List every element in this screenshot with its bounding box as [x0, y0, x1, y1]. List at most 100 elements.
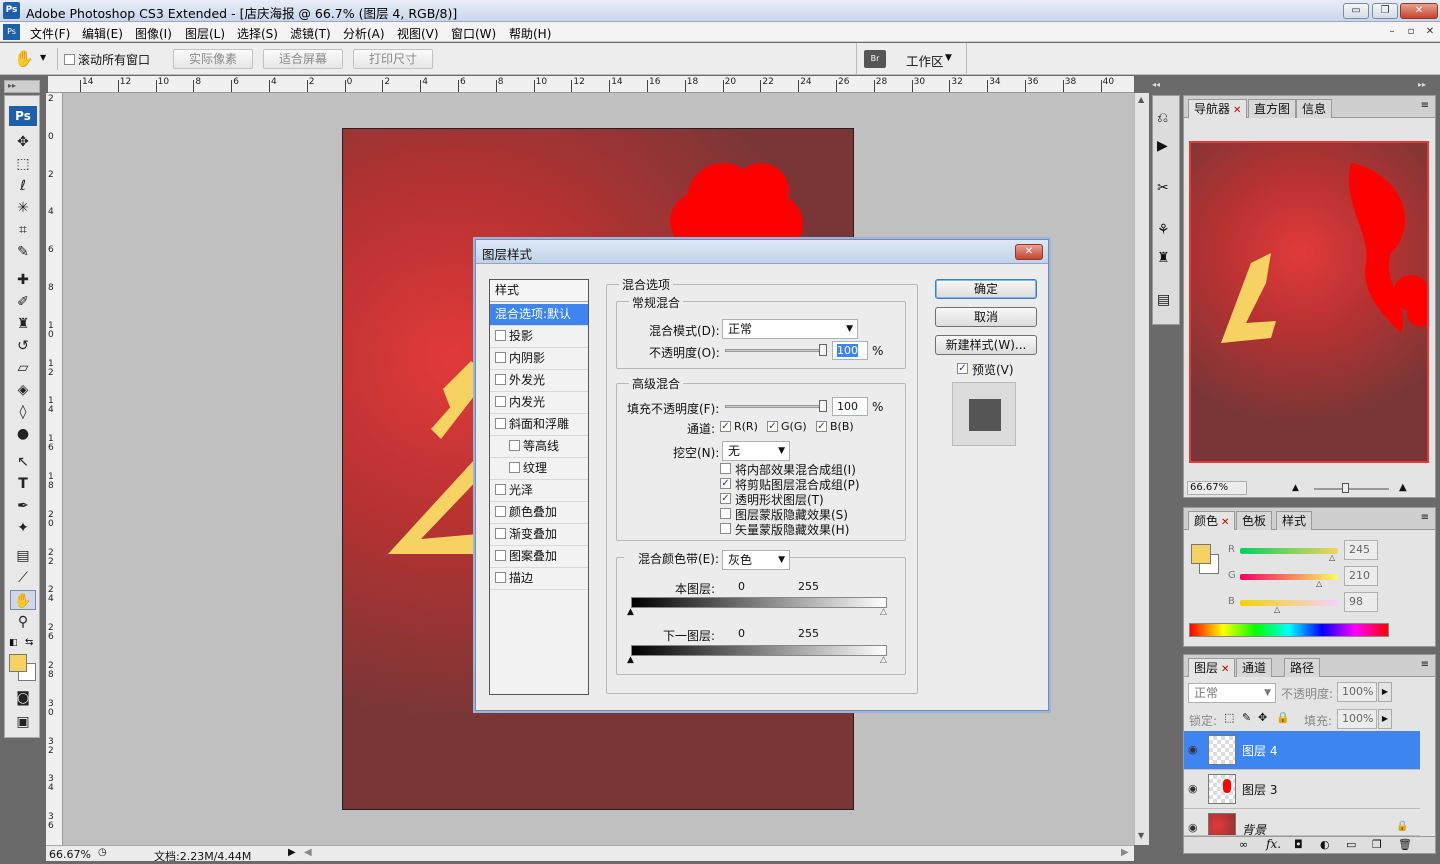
tab-color[interactable]: 颜色 ✕ [1188, 511, 1236, 530]
doc-close-button[interactable]: ✕ [1422, 25, 1438, 39]
type-tool-icon[interactable]: T [10, 474, 36, 494]
pen-tool-icon[interactable]: ✒ [10, 496, 36, 516]
close-tab-icon[interactable]: ✕ [1221, 664, 1229, 675]
style-checkbox[interactable] [509, 462, 520, 473]
zoom-in-icon[interactable]: ▲ [1399, 482, 1407, 493]
preview-checkbox[interactable] [957, 363, 968, 374]
brushes-panel-icon[interactable]: ⚘ [1157, 222, 1170, 238]
style-item[interactable]: 投影 [490, 326, 588, 348]
style-item[interactable]: 混合选项:默认 [490, 304, 588, 326]
dodge-tool-icon[interactable]: ● [10, 424, 36, 444]
hscroll-right-icon[interactable]: ▶ [1121, 847, 1129, 858]
lock-pixels-icon[interactable]: ✎ [1242, 711, 1251, 724]
document-icon[interactable]: Ps [3, 24, 20, 40]
style-checkbox[interactable] [495, 528, 506, 539]
screen-mode-icon[interactable]: ▣ [10, 712, 36, 732]
navigator-zoom-slider[interactable] [1314, 488, 1389, 490]
menu-filter[interactable]: 滤镜(T) [290, 25, 331, 42]
r-slider-handle[interactable]: △ [1329, 553, 1335, 562]
tab-paths[interactable]: 路径 [1284, 658, 1321, 677]
r-slider[interactable] [1240, 548, 1338, 554]
swap-colors-icon[interactable]: ⇆ [25, 637, 33, 648]
actions-panel-icon[interactable]: ▶ [1157, 138, 1168, 154]
r-value[interactable]: 245 [1344, 540, 1378, 560]
blend-if-select[interactable]: 灰色 ▼ [722, 550, 790, 570]
visibility-eye-icon[interactable]: ◉ [1188, 782, 1198, 795]
style-item[interactable]: 外发光 [490, 370, 588, 392]
doc-minimize-button[interactable]: – [1384, 25, 1400, 39]
style-checkbox[interactable] [495, 330, 506, 341]
lock-position-icon[interactable]: ✥ [1258, 711, 1267, 724]
preset-dropdown-arrow-icon[interactable]: ▼ [40, 53, 46, 62]
style-checkbox[interactable] [495, 506, 506, 517]
tab-styles[interactable]: 样式 [1276, 511, 1313, 530]
scroll-down-icon[interactable]: ▼ [1138, 831, 1144, 840]
underlying-white-handle[interactable]: △ [880, 655, 887, 665]
style-item[interactable]: 内阴影 [490, 348, 588, 370]
menu-view[interactable]: 视图(V) [397, 25, 439, 42]
advanced-option-checkbox[interactable] [720, 463, 731, 474]
group-icon[interactable]: ▭ [1346, 838, 1356, 851]
menu-layer[interactable]: 图层(L) [185, 25, 225, 42]
close-button[interactable]: ✕ [1400, 3, 1438, 19]
layer-row[interactable]: ◉ 图层 4 [1184, 731, 1420, 770]
quick-mask-icon[interactable]: ◙ [10, 688, 36, 708]
navigator-zoom-handle[interactable] [1342, 483, 1349, 493]
tool-presets-icon[interactable]: ✂ [1157, 180, 1169, 196]
zoom-tool-icon[interactable]: ⚲ [10, 612, 36, 632]
photoshop-logo[interactable]: Ps [9, 106, 37, 126]
lock-all-icon[interactable]: 🔒 [1276, 711, 1290, 724]
color-spectrum-ramp[interactable] [1189, 623, 1389, 637]
zoom-level[interactable]: 66.67% [49, 848, 91, 861]
menu-edit[interactable]: 编辑(E) [82, 25, 123, 42]
b-value[interactable]: 98 [1344, 592, 1378, 612]
dialog-title-bar[interactable]: 图层样式 ✕ [476, 240, 1048, 264]
trash-icon[interactable]: 🗑 [1398, 838, 1412, 851]
slice-tool-icon[interactable]: ✎ [10, 242, 36, 262]
underlying-black-handle[interactable]: ▲ [627, 655, 634, 665]
custom-shape-tool-icon[interactable]: ✦ [10, 518, 36, 538]
hscroll-left-icon[interactable]: ◀ [304, 847, 312, 858]
tab-info[interactable]: 信息 [1296, 99, 1333, 118]
channel-g-checkbox[interactable] [767, 421, 778, 432]
marquee-tool-icon[interactable]: ⬚ [10, 154, 36, 174]
zoom-out-icon[interactable]: ▲ [1292, 483, 1299, 493]
opacity-slider-handle[interactable] [819, 344, 827, 356]
b-slider-handle[interactable]: △ [1274, 605, 1280, 614]
style-item[interactable]: 图案叠加 [490, 546, 588, 568]
tab-layers[interactable]: 图层 ✕ [1188, 658, 1236, 677]
scroll-up-icon[interactable]: ▲ [1138, 95, 1144, 104]
actual-pixels-button[interactable]: 实际像素 [173, 49, 253, 69]
navigator-thumbnail[interactable] [1189, 141, 1429, 463]
styles-header[interactable]: 样式 [490, 280, 588, 302]
status-icon[interactable]: ◷ [98, 847, 107, 858]
menu-file[interactable]: 文件(F) [30, 25, 70, 42]
layer-row[interactable]: ◉ 图层 3 [1184, 770, 1420, 809]
style-checkbox[interactable] [495, 374, 506, 385]
clone-source-icon[interactable]: ♜ [1157, 250, 1170, 266]
menu-image[interactable]: 图像(I) [135, 25, 172, 42]
vertical-scrollbar[interactable]: ▲ ▼ [1134, 93, 1149, 845]
default-colors-icon[interactable]: ◧ [9, 638, 18, 648]
blur-tool-icon[interactable]: ◊ [10, 402, 36, 422]
brush-tool-icon[interactable]: ✐ [10, 292, 36, 312]
layer-name[interactable]: 图层 3 [1242, 781, 1277, 798]
menu-window[interactable]: 窗口(W) [451, 25, 496, 42]
fit-screen-button[interactable]: 适合屏幕 [263, 49, 343, 69]
move-tool-icon[interactable]: ✥ [10, 132, 36, 152]
style-checkbox[interactable] [509, 440, 520, 451]
style-item[interactable]: 内发光 [490, 392, 588, 414]
advanced-option-checkbox[interactable] [720, 523, 731, 534]
fill-opacity-slider-handle[interactable] [819, 400, 827, 412]
layer-blend-mode-select[interactable]: 正常 ▼ [1188, 683, 1276, 703]
style-checkbox[interactable] [495, 418, 506, 429]
fx-icon[interactable]: fx. [1266, 837, 1281, 851]
advanced-option-checkbox[interactable] [720, 478, 731, 489]
style-item[interactable]: 纹理 [490, 458, 588, 480]
panel-menu-icon[interactable]: ≡ [1421, 512, 1429, 523]
ok-button[interactable]: 确定 [935, 279, 1037, 299]
style-item[interactable]: 渐变叠加 [490, 524, 588, 546]
opacity-slider[interactable] [725, 349, 825, 352]
fill-opacity-slider[interactable] [725, 405, 825, 408]
style-item[interactable]: 斜面和浮雕 [490, 414, 588, 436]
